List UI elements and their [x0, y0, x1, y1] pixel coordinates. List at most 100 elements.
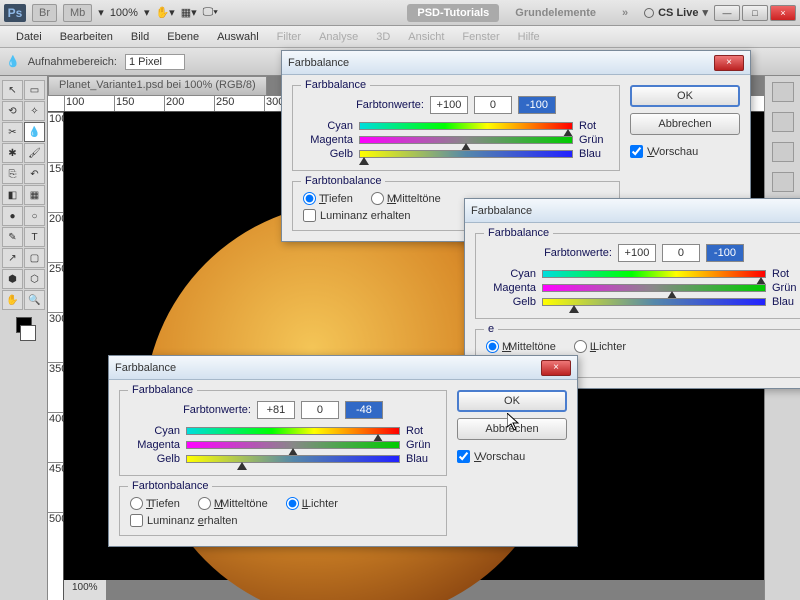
eyedropper-icon[interactable]: 💧 — [6, 55, 20, 68]
menu-auswahl[interactable]: Auswahl — [209, 29, 267, 45]
mb-button[interactable]: Mb — [63, 4, 92, 22]
background-swatch[interactable] — [20, 325, 36, 341]
panel-icon[interactable] — [772, 172, 794, 192]
slider-yellow-blue[interactable] — [186, 455, 400, 463]
sample-size-label: Aufnahmebereich: — [28, 56, 117, 68]
level-yellow-blue[interactable] — [345, 401, 383, 419]
preview-checkbox[interactable]: VVorschau — [630, 145, 740, 158]
workspace-tab[interactable]: Grundelemente — [505, 4, 606, 22]
br-button[interactable]: Br — [32, 4, 57, 22]
app-topbar: Ps Br Mb ▾ 100%▾ ✋▾ ▦▾ 🖵▾ PSD-Tutorials … — [0, 0, 800, 26]
tool-stamp[interactable]: ⎘ — [2, 164, 23, 184]
tool-hand[interactable]: ✋ — [2, 290, 23, 310]
menubar: Datei Bearbeiten Bild Ebene Auswahl Filt… — [0, 26, 800, 48]
ok-button[interactable]: OK — [457, 390, 567, 412]
level-yellow-blue[interactable] — [518, 96, 556, 114]
dropdown-icon[interactable]: ▾ — [98, 6, 104, 19]
cslive-button[interactable]: CS Live▾ — [644, 6, 708, 19]
maximize-button[interactable]: □ — [742, 5, 768, 21]
close-icon[interactable]: × — [714, 55, 744, 71]
menu-ansicht[interactable]: Ansicht — [400, 29, 452, 45]
preserve-luminosity[interactable]: Luminanz erhalten — [130, 514, 436, 527]
menu-bild[interactable]: Bild — [123, 29, 157, 45]
close-icon[interactable]: × — [541, 360, 571, 376]
level-magenta-green[interactable] — [301, 401, 339, 419]
tool-gradient[interactable]: ▦ — [24, 185, 45, 205]
tool-brush[interactable]: 🖌 — [24, 143, 45, 163]
tool-pen[interactable]: ✎ — [2, 227, 23, 247]
slider-cyan-red[interactable] — [542, 270, 766, 278]
tool-eraser[interactable]: ◧ — [2, 185, 23, 205]
slider-magenta-green[interactable] — [186, 441, 400, 449]
group-title: Farbbalance — [301, 79, 370, 91]
radio-midtones[interactable]: MMitteltöne — [198, 497, 268, 510]
tool-marquee[interactable]: ▭ — [24, 80, 45, 100]
tool-lasso[interactable]: ⟲ — [2, 101, 23, 121]
minimize-button[interactable]: — — [714, 5, 740, 21]
tool-dodge[interactable]: ○ — [24, 206, 45, 226]
radio-midtones[interactable]: MMitteltöne — [371, 192, 441, 205]
tool-wand[interactable]: ✧ — [24, 101, 45, 121]
dialog-titlebar[interactable]: Farbbalance × — [282, 51, 750, 75]
document-tab[interactable]: Planet_Variante1.psd bei 100% (RGB/8) — [48, 76, 267, 96]
radio-shadows[interactable]: TTiefen — [303, 192, 353, 205]
panel-icon[interactable] — [772, 82, 794, 102]
slider-magenta-green[interactable] — [359, 136, 573, 144]
dialog-titlebar[interactable]: Farbbalance — [465, 199, 800, 223]
menu-bearbeiten[interactable]: Bearbeiten — [52, 29, 121, 45]
workspace-tab-active[interactable]: PSD-Tutorials — [407, 4, 499, 22]
tool-move[interactable]: ↖ — [2, 80, 23, 100]
slider-cyan-red[interactable] — [186, 427, 400, 435]
menu-hilfe[interactable]: Hilfe — [510, 29, 548, 45]
zoom-level[interactable]: 100% — [110, 7, 138, 19]
tool-heal[interactable]: ✱ — [2, 143, 23, 163]
level-magenta-green[interactable] — [474, 96, 512, 114]
level-magenta-green[interactable] — [662, 244, 700, 262]
slider-cyan-red[interactable] — [359, 122, 573, 130]
radio-highlights[interactable]: LLichter — [286, 497, 338, 510]
close-window-button[interactable]: × — [770, 5, 796, 21]
menu-analyse[interactable]: Analyse — [311, 29, 366, 45]
level-cyan-red[interactable] — [257, 401, 295, 419]
tool-shape[interactable]: ▢ — [24, 248, 45, 268]
cancel-button[interactable]: Abbrechen — [630, 113, 740, 135]
radio-midtones[interactable]: MMitteltöne — [486, 340, 556, 353]
tool-zoom[interactable]: 🔍 — [24, 290, 45, 310]
slider-yellow-blue[interactable] — [542, 298, 766, 306]
panel-icon[interactable] — [772, 142, 794, 162]
tool-3dcam[interactable]: ⬡ — [24, 269, 45, 289]
color-swatches[interactable] — [2, 317, 45, 341]
tools-panel: ↖▭ ⟲✧ ✂💧 ✱🖌 ⎘↶ ◧▦ ●○ ✎T ↗▢ ⬢⬡ ✋🔍 — [0, 76, 48, 600]
tool-blur[interactable]: ● — [2, 206, 23, 226]
panel-icon[interactable] — [772, 112, 794, 132]
level-yellow-blue[interactable] — [706, 244, 744, 262]
tool-type[interactable]: T — [24, 227, 45, 247]
dialog-titlebar[interactable]: Farbbalance × — [109, 356, 577, 380]
tool-history[interactable]: ↶ — [24, 164, 45, 184]
tool-path[interactable]: ↗ — [2, 248, 23, 268]
sample-size-input[interactable] — [125, 54, 185, 70]
level-cyan-red[interactable] — [618, 244, 656, 262]
view-icon[interactable]: ▦▾ — [181, 6, 197, 19]
menu-filter[interactable]: Filter — [269, 29, 309, 45]
workspace-more[interactable]: » — [612, 4, 638, 22]
tool-eyedropper[interactable]: 💧 — [24, 122, 45, 142]
slider-yellow-blue[interactable] — [359, 150, 573, 158]
menu-datei[interactable]: Datei — [8, 29, 50, 45]
cancel-button[interactable]: Abbrechen — [457, 418, 567, 440]
menu-3d[interactable]: 3D — [368, 29, 398, 45]
screen-icon[interactable]: 🖵▾ — [203, 6, 218, 19]
level-cyan-red[interactable] — [430, 96, 468, 114]
tool-3d[interactable]: ⬢ — [2, 269, 23, 289]
radio-highlights[interactable]: LLichter — [574, 340, 626, 353]
preview-checkbox[interactable]: VVorschau — [457, 450, 567, 463]
menu-ebene[interactable]: Ebene — [159, 29, 207, 45]
color-balance-group: Farbbalance Farbtonwerte: CyanRot Magent… — [292, 85, 620, 171]
levels-label: Farbtonwerte: — [183, 404, 251, 416]
slider-magenta-green[interactable] — [542, 284, 766, 292]
hand-icon[interactable]: ✋▾ — [155, 6, 174, 19]
radio-shadows[interactable]: TTiefen — [130, 497, 180, 510]
menu-fenster[interactable]: Fenster — [454, 29, 507, 45]
tool-crop[interactable]: ✂ — [2, 122, 23, 142]
ok-button[interactable]: OK — [630, 85, 740, 107]
